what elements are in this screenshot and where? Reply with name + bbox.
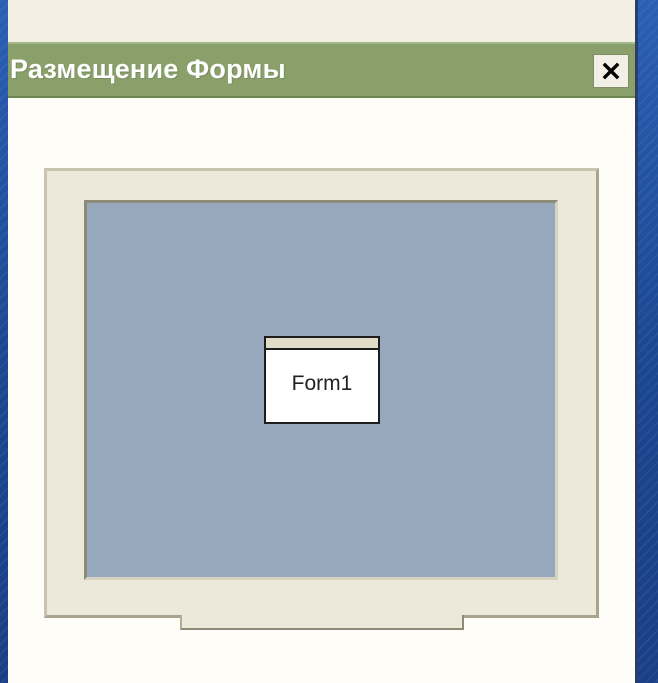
close-icon: [602, 62, 620, 80]
close-button[interactable]: [593, 54, 629, 88]
form-layout-window: Размещение Формы Form1: [8, 0, 638, 683]
window-content: Form1: [8, 98, 635, 683]
form-preview-titlebar: [266, 338, 378, 350]
form-preview-label: Form1: [291, 372, 353, 395]
window-title: Размещение Формы: [10, 54, 286, 84]
monitor-stand: [180, 615, 464, 630]
window-titlebar[interactable]: Размещение Формы: [8, 42, 635, 98]
monitor-frame: Form1: [44, 168, 599, 618]
form-position-preview[interactable]: Form1: [264, 336, 380, 424]
monitor-screen: Form1: [84, 200, 558, 580]
panel-top-strip: [8, 0, 635, 43]
